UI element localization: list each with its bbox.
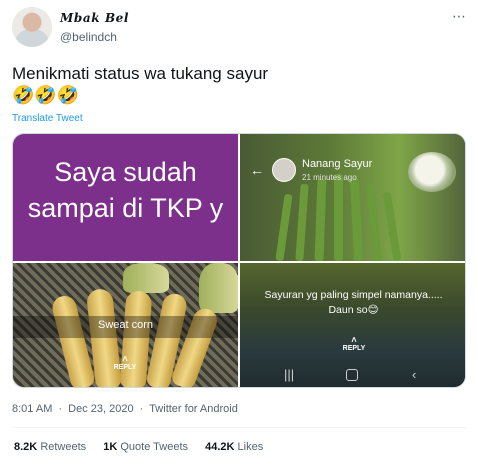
user-handle[interactable]: @belindch bbox=[60, 30, 117, 44]
avatar[interactable] bbox=[12, 7, 52, 47]
reply-button: ˄ REPLY bbox=[334, 335, 374, 353]
divider bbox=[12, 427, 466, 428]
status-profile-name: Nanang Sayur bbox=[302, 158, 373, 170]
back-icon: ‹ bbox=[412, 367, 417, 382]
likes-stat[interactable]: 44.2K Likes bbox=[205, 441, 263, 453]
translate-tweet-link[interactable]: Translate Tweet bbox=[12, 113, 83, 124]
tweet-stats: 8.2K Retweets 1K Quote Tweets 44.2K Like… bbox=[14, 441, 277, 453]
back-arrow-icon: ← bbox=[250, 162, 264, 178]
tweet-meta: 8:01 AM · Dec 23, 2020 · Twitter for And… bbox=[12, 403, 238, 415]
tweet-time[interactable]: 8:01 AM bbox=[12, 403, 52, 415]
retweets-stat[interactable]: 8.2K Retweets bbox=[14, 441, 86, 453]
media-image-3[interactable]: Sweat corn ˄ REPLY bbox=[13, 263, 238, 387]
tweet-text: Menikmati status wa tukang sayur bbox=[12, 64, 269, 83]
tweet-emojis: 🤣🤣🤣 bbox=[12, 85, 80, 105]
profile-avatar bbox=[272, 158, 296, 182]
corn-caption: Sweat corn bbox=[97, 319, 154, 331]
more-options-icon[interactable]: ⋯ bbox=[452, 8, 467, 25]
status-message: Sayuran yg paling simpel namanya..... Da… bbox=[264, 289, 443, 316]
recent-apps-icon: ||| bbox=[284, 367, 295, 382]
tweet-date[interactable]: Dec 23, 2020 bbox=[68, 403, 133, 415]
media-image-1[interactable]: Saya sudah sampai di TKP y bbox=[13, 134, 238, 261]
media-grid: Saya sudah sampai di TKP y ← Nanang Sayu… bbox=[12, 133, 466, 388]
quote-tweets-stat[interactable]: 1K Quote Tweets bbox=[103, 441, 188, 453]
tweet: Mbak Bel @belindch ⋯ Menikmati status wa… bbox=[0, 0, 478, 465]
reply-button: ˄ REPLY bbox=[105, 354, 145, 372]
display-name[interactable]: Mbak Bel bbox=[60, 11, 129, 25]
home-button-icon bbox=[346, 369, 358, 381]
status-big-text: Saya sudah sampai di TKP y bbox=[27, 157, 224, 223]
media-image-4[interactable]: Sayuran yg paling simpel namanya..... Da… bbox=[240, 263, 465, 387]
status-time-ago: 21 minutes ago bbox=[302, 173, 357, 182]
chevron-up-icon: ˄ bbox=[122, 354, 128, 364]
media-image-2[interactable]: ← Nanang Sayur 21 minutes ago bbox=[240, 134, 465, 261]
tweet-source: Twitter for Android bbox=[149, 403, 238, 415]
chevron-up-icon: ˄ bbox=[351, 335, 357, 345]
